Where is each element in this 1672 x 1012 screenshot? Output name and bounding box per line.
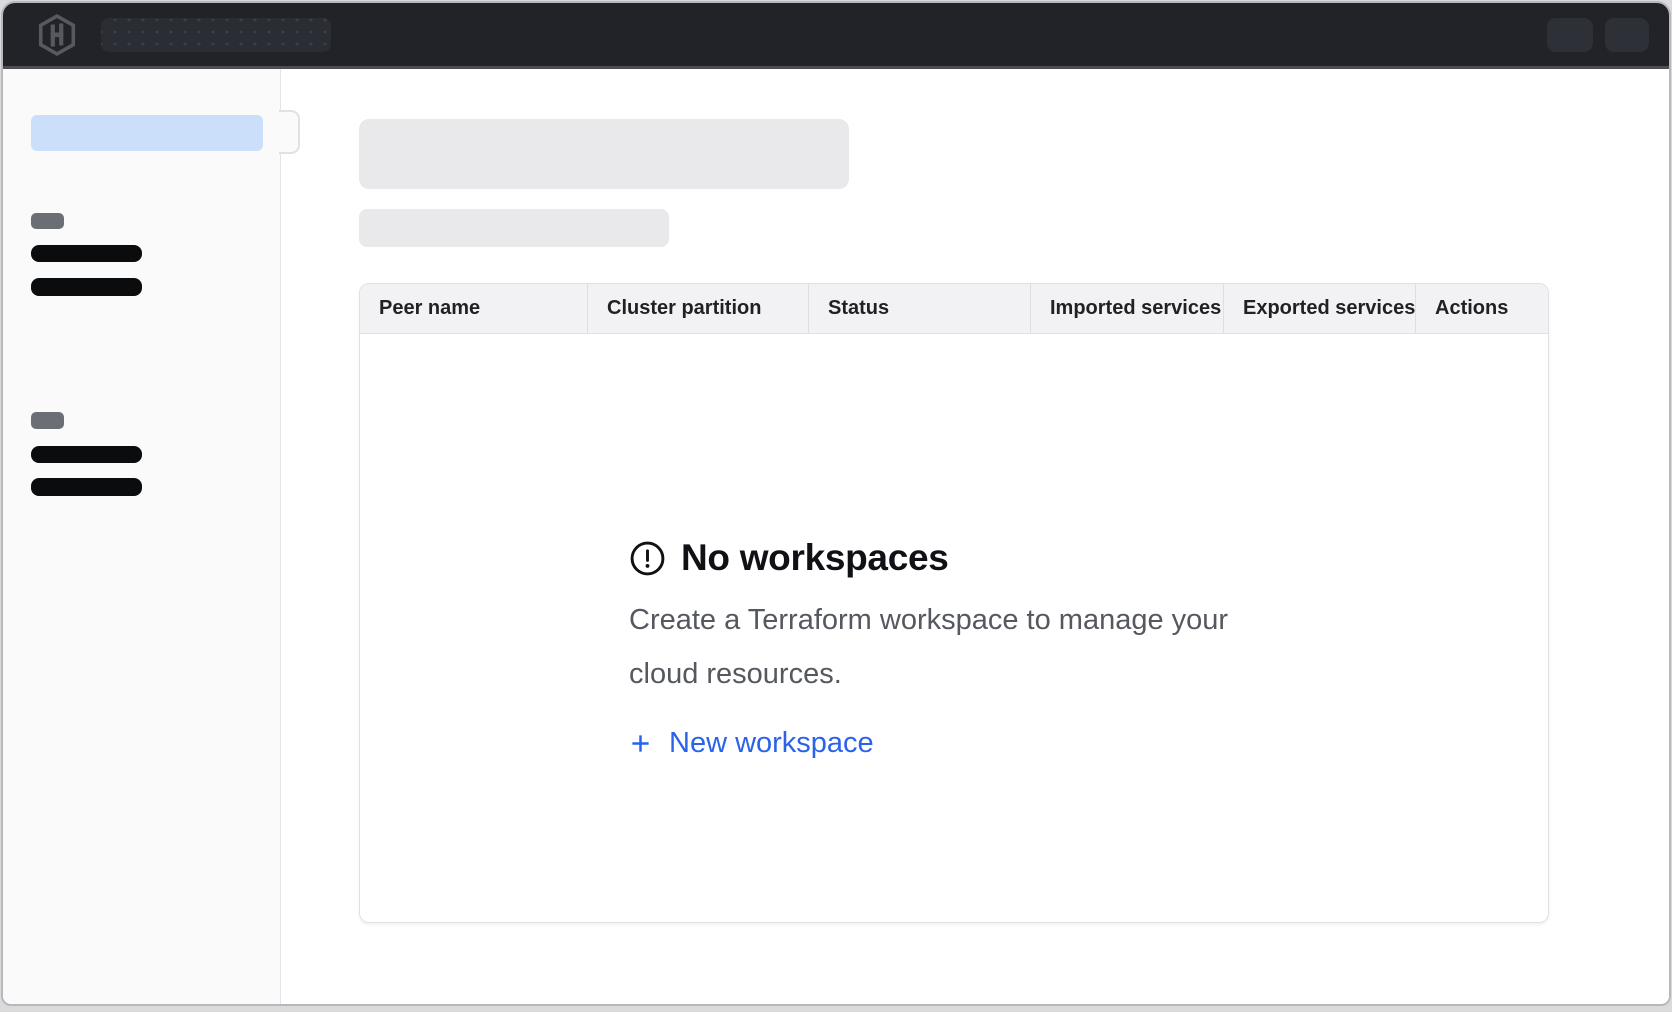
column-header-exported-services: Exported services [1223,284,1415,333]
main-pane: Peer name Cluster partition Status Impor… [281,69,1669,1004]
new-workspace-label: New workspace [669,727,874,760]
app-window: Peer name Cluster partition Status Impor… [1,1,1671,1006]
new-workspace-button[interactable]: New workspace [629,727,874,760]
plus-icon [629,732,652,755]
alert-circle-icon [629,540,666,577]
sidebar-item-skeleton [31,478,142,496]
sidebar-item-skeleton [31,446,142,463]
sidebar-item-active[interactable] [31,115,263,151]
sidebar-item-skeleton [31,278,142,296]
sidebar-item-skeleton [31,245,142,262]
empty-state-title: No workspaces [681,537,949,579]
column-header-cluster-partition: Cluster partition [587,284,808,333]
sidebar-collapse-handle[interactable] [279,110,300,154]
empty-state: No workspaces Create a Terraform workspa… [629,537,1269,760]
hashicorp-logo-icon [37,14,77,56]
table-header-row: Peer name Cluster partition Status Impor… [360,284,1548,334]
user-menu-button[interactable] [1605,18,1649,52]
search-input[interactable] [101,18,331,52]
empty-state-description: Create a Terraform workspace to manage y… [629,593,1261,701]
column-header-peer-name: Peer name [360,284,587,333]
sidebar-section-label-skeleton [31,213,64,229]
empty-state-title-row: No workspaces [629,537,1269,579]
sidebar-section-label-skeleton [31,412,64,429]
top-nav-bar [3,3,1669,69]
help-menu-button[interactable] [1547,18,1593,52]
column-header-actions: Actions [1415,284,1548,333]
column-header-status: Status [808,284,1030,333]
column-header-imported-services: Imported services [1030,284,1223,333]
table-body: No workspaces Create a Terraform workspa… [360,334,1548,922]
page-subtitle-skeleton [359,209,669,247]
sidebar-nav [3,69,281,1004]
content-area: Peer name Cluster partition Status Impor… [3,69,1669,1004]
peers-table: Peer name Cluster partition Status Impor… [359,283,1549,923]
page-title-skeleton [359,119,849,189]
